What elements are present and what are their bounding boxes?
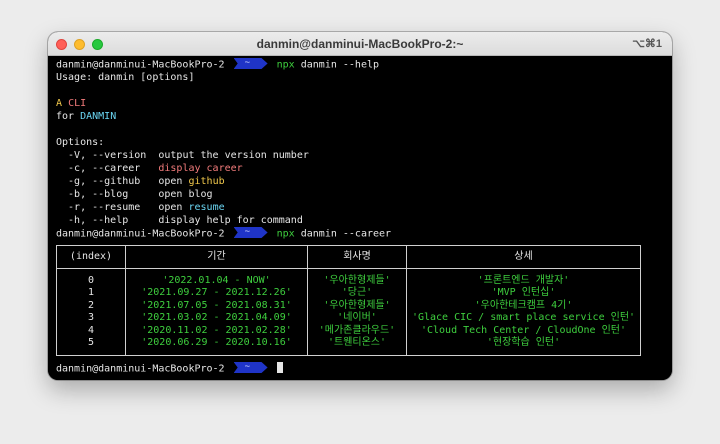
window-title: danmin@danminui-MacBookPro-2:~ xyxy=(256,37,464,51)
terminal-window: danmin@danminui-MacBookPro-2:~ ⌥⌘1 danmi… xyxy=(48,32,672,380)
column-header: 상세 xyxy=(406,245,641,269)
table-row: 4 '2020.11.02 - 2021.02.28' '메가존클라우드' 'C… xyxy=(56,324,641,338)
options-title: Options: xyxy=(56,137,105,148)
column-header: 회사명 xyxy=(307,245,407,269)
option-github: -g, --github open github xyxy=(56,176,225,187)
table-row: 2 '2021.07.05 - 2021.08.31' '우아한형제들' '우아… xyxy=(56,299,641,313)
prompt-line: danmin@danminui-MacBookPro-2 ~ xyxy=(56,362,283,376)
terminal-output[interactable]: danmin@danminui-MacBookPro-2 ~ npx danmi… xyxy=(48,56,672,380)
banner-line-2: for DANMIN xyxy=(56,111,117,122)
prompt-arrow-icon: ~ xyxy=(233,227,268,238)
option-help: -h, --help display help for command xyxy=(56,215,303,226)
table-row: 1 '2021.09.27 - 2021.12.26' '당근' 'MVP 인턴… xyxy=(56,287,641,300)
prompt-line: danmin@danminui-MacBookPro-2 ~ npx danmi… xyxy=(56,58,380,72)
option-resume: -r, --resume open resume xyxy=(56,202,225,213)
table-header-row: (index) 기간 회사명 상세 xyxy=(56,245,641,269)
usage-line: Usage: danmin [options] xyxy=(56,72,195,83)
prompt-host: danmin@danminui-MacBookPro-2 xyxy=(56,59,225,71)
table-row: 5 '2020.06.29 - 2020.10.16' '트웬티온스' '현장학… xyxy=(56,337,641,357)
column-header: 기간 xyxy=(125,245,308,269)
banner-line-1: A CLI xyxy=(56,98,87,109)
column-header: (index) xyxy=(56,245,126,269)
option-career: -c, --career display career xyxy=(56,163,243,174)
text-cursor[interactable] xyxy=(276,362,283,373)
option-version: -V, --version output the version number xyxy=(56,150,309,161)
prompt-arrow-icon: ~ xyxy=(233,58,268,69)
window-shortcut: ⌥⌘1 xyxy=(632,38,662,50)
prompt-line: danmin@danminui-MacBookPro-2 ~ npx danmi… xyxy=(56,227,392,240)
command-name: npx xyxy=(276,59,295,71)
command-args: danmin --help xyxy=(300,59,380,71)
table-row: 3 '2021.03.02 - 2021.04.09' '네이버' 'Glace… xyxy=(56,312,641,325)
option-blog: -b, --blog open blog xyxy=(56,189,213,200)
table-row: 0 '2022.01.04 - NOW' '우아한형제들' '프론트엔드 개발자… xyxy=(56,268,641,288)
title-bar: danmin@danminui-MacBookPro-2:~ ⌥⌘1 xyxy=(48,32,672,56)
prompt-arrow-icon: ~ xyxy=(233,362,268,373)
career-table: (index) 기간 회사명 상세 0 '2022.01.04 - NOW' '… xyxy=(56,245,641,357)
